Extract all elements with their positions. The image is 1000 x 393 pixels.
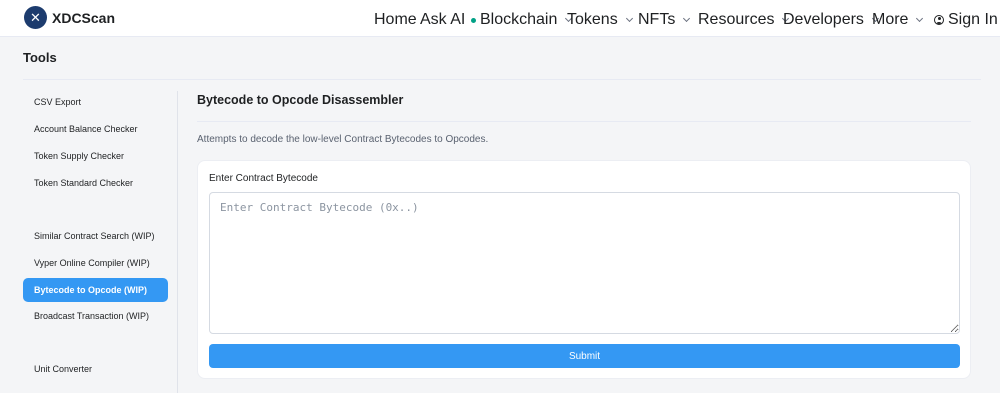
- bytecode-form-card: Enter Contract Bytecode Submit: [197, 160, 971, 379]
- nav-home[interactable]: Home: [374, 11, 417, 29]
- nav-developers-label: Developers: [783, 11, 864, 28]
- user-circle-icon: [934, 15, 944, 25]
- nav-resources-label: Resources: [698, 11, 775, 28]
- chevron-down-icon: [683, 14, 691, 23]
- sidebar-item-label: Broadcast Transaction (WIP): [34, 311, 150, 321]
- xdc-logo-icon: ✕: [24, 6, 47, 29]
- sidebar-item-label: Token Standard Checker: [34, 178, 134, 188]
- sign-in-label: Sign In: [948, 11, 998, 28]
- page-title: Tools: [23, 50, 57, 65]
- sidebar-item-token-supply-checker[interactable]: Token Supply Checker: [23, 144, 168, 168]
- sidebar-item-account-balance-checker[interactable]: Account Balance Checker: [23, 117, 168, 141]
- bytecode-input[interactable]: [209, 192, 960, 334]
- section-title: Bytecode to Opcode Disassembler: [197, 93, 404, 107]
- nav-ask-ai-label: Ask AI: [420, 11, 466, 28]
- site-logo[interactable]: ✕ XDCScan: [24, 6, 115, 29]
- section-divider: [197, 121, 971, 122]
- nav-developers[interactable]: Developers: [783, 11, 879, 29]
- sidebar-item-token-standard-checker[interactable]: Token Standard Checker: [23, 171, 168, 195]
- sidebar-divider: [177, 91, 178, 393]
- sidebar-item-label: CSV Export: [34, 97, 82, 107]
- chevron-down-icon: [625, 14, 633, 23]
- sidebar-item-label: Unit Converter: [34, 364, 93, 374]
- section-description: Attempts to decode the low-level Contrac…: [197, 134, 489, 145]
- sidebar-item-bytecode-to-opcode[interactable]: Bytecode to Opcode (WIP): [23, 278, 168, 302]
- status-dot-icon: [471, 17, 477, 23]
- sidebar-item-unit-converter[interactable]: Unit Converter: [23, 357, 168, 381]
- sidebar-item-label: Similar Contract Search (WIP): [34, 231, 155, 241]
- sidebar-item-similar-contract-search[interactable]: Similar Contract Search (WIP): [23, 224, 168, 248]
- nav-nfts[interactable]: NFTs: [638, 11, 691, 29]
- sidebar-item-label: Account Balance Checker: [34, 124, 138, 134]
- sign-in-link[interactable]: Sign In: [934, 11, 998, 29]
- chevron-down-icon: [916, 14, 924, 23]
- nav-more-label: More: [872, 11, 909, 28]
- nav-resources[interactable]: Resources: [698, 11, 790, 29]
- sidebar-item-csv-export[interactable]: CSV Export: [23, 90, 168, 114]
- sidebar-item-vyper-online-compiler[interactable]: Vyper Online Compiler (WIP): [23, 251, 168, 275]
- nav-nfts-label: NFTs: [638, 11, 676, 28]
- nav-tokens-label: Tokens: [567, 11, 618, 28]
- top-navbar: ✕ XDCScan Home Ask AI Blockchain Tokens …: [0, 0, 1000, 37]
- nav-home-label: Home: [374, 11, 417, 28]
- nav-ask-ai[interactable]: Ask AI: [420, 11, 477, 29]
- nav-blockchain[interactable]: Blockchain: [480, 11, 573, 29]
- bytecode-field-label: Enter Contract Bytecode: [209, 173, 318, 184]
- sidebar-item-label: Token Supply Checker: [34, 151, 125, 161]
- sidebar-item-label: Vyper Online Compiler (WIP): [34, 258, 150, 268]
- nav-tokens[interactable]: Tokens: [567, 11, 633, 29]
- sidebar-item-broadcast-transaction[interactable]: Broadcast Transaction (WIP): [23, 304, 168, 328]
- nav-more[interactable]: More: [872, 11, 924, 29]
- nav-blockchain-label: Blockchain: [480, 11, 558, 28]
- sidebar-item-label: Bytecode to Opcode (WIP): [34, 285, 148, 295]
- logo-text: XDCScan: [52, 9, 116, 26]
- title-divider: [23, 79, 981, 80]
- submit-button[interactable]: Submit: [209, 344, 960, 368]
